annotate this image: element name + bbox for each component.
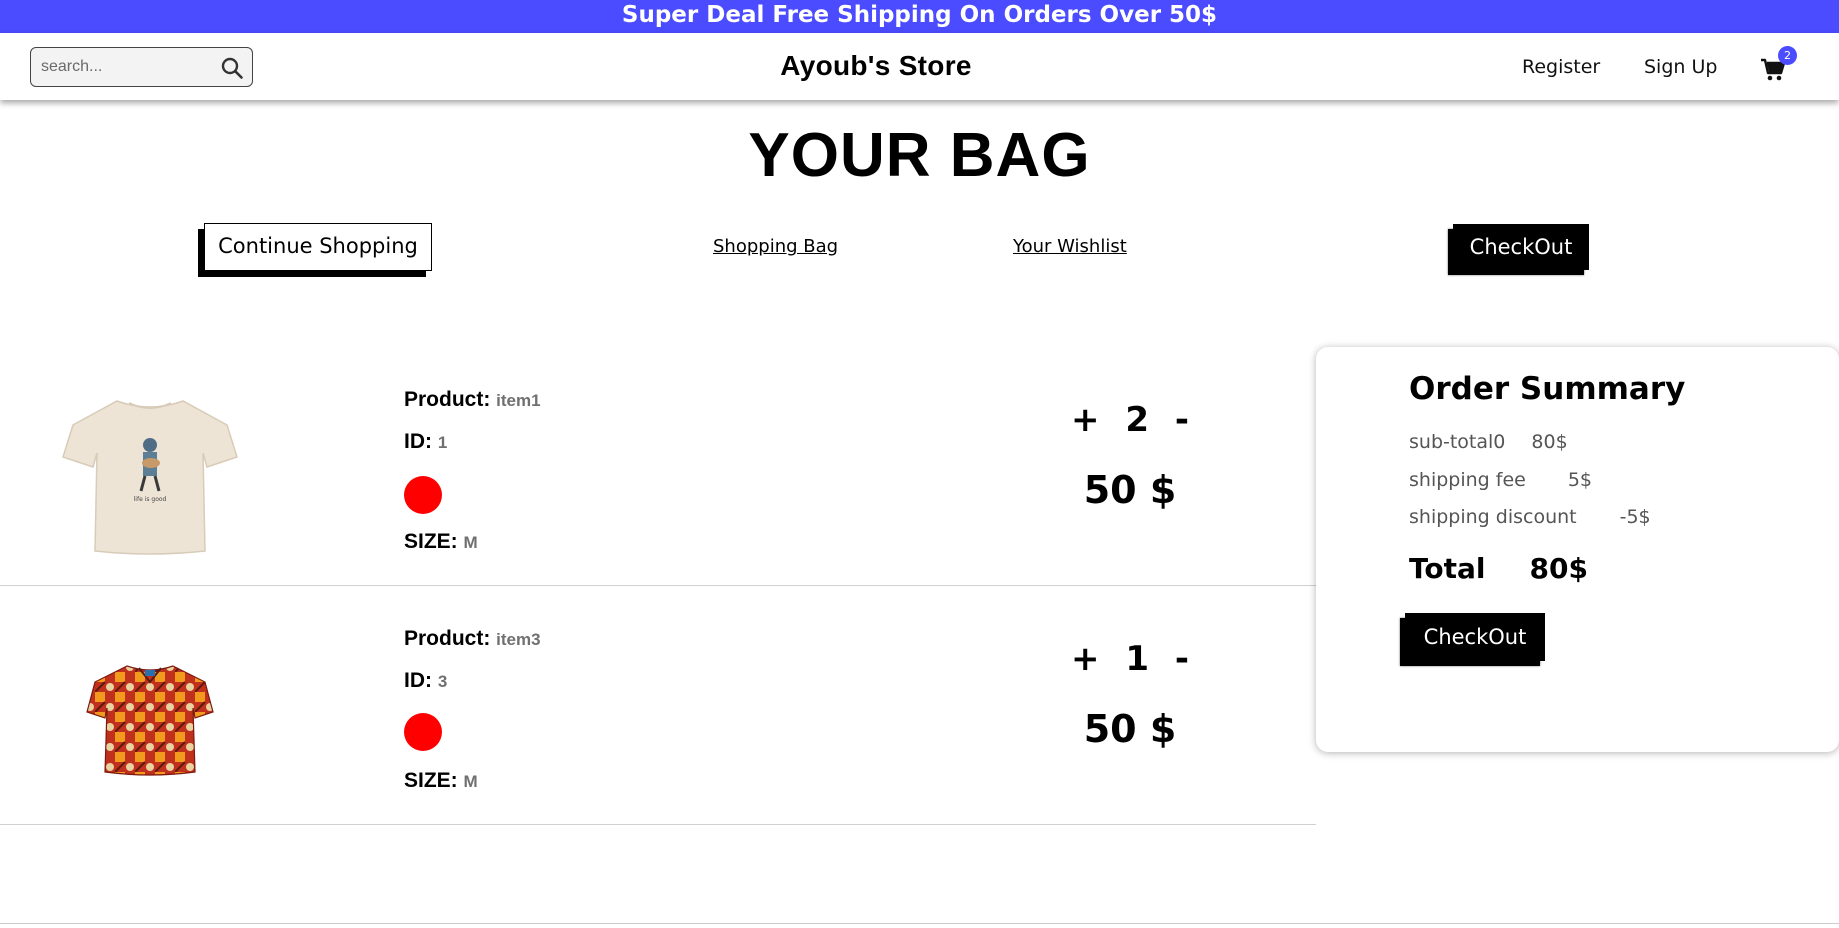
product-id: 1 [437,433,448,452]
item-price: 50 $ [1083,707,1177,751]
shipping-discount-label: shipping discount [1409,506,1577,528]
product-size: M [463,772,478,791]
size-label: SIZE: [404,769,458,792]
decrease-quantity-button[interactable]: - [1175,400,1189,440]
quantity-stepper: + 2 - [1040,400,1220,440]
size-label: SIZE: [404,530,458,553]
id-line: ID: 1 [404,430,447,454]
id-label: ID: [404,430,432,453]
sign-up-link[interactable]: Sign Up [1644,55,1717,79]
product-name: item1 [496,391,541,410]
shipping-fee-line: shipping fee 5$ [1409,469,1592,491]
increase-quantity-button[interactable]: + [1071,639,1100,679]
register-link[interactable]: Register [1522,55,1600,79]
product-line: Product: item1 [404,388,541,412]
svg-text:life is good: life is good [134,496,167,503]
product-label: Product: [404,627,491,650]
cart-button[interactable]: 2 [1760,46,1797,82]
quantity-value: 2 [1125,400,1150,440]
cart-item-row: Product: item3 ID: 3 SIZE: M + 1 - 50 $ [0,587,1316,825]
size-line: SIZE: M [404,530,478,554]
shipping-fee-value: 5$ [1567,469,1593,491]
product-size: M [463,533,478,552]
increase-quantity-button[interactable]: + [1071,400,1100,440]
continue-shopping-button[interactable]: Continue Shopping [204,223,432,271]
shipping-discount-line: shipping discount -5$ [1409,506,1651,528]
shopping-bag-link[interactable]: Shopping Bag [713,236,838,257]
order-summary-title: Order Summary [1409,371,1686,407]
product-line: Product: item3 [404,627,541,651]
product-name: item3 [496,630,541,649]
navbar: Ayoub's Store Register Sign Up 2 [0,33,1839,100]
id-line: ID: 3 [404,669,447,693]
product-label: Product: [404,388,491,411]
total-line: Total 80$ [1409,552,1588,585]
order-summary-card: Order Summary sub-total0 80$ shipping fee… [1316,347,1839,752]
cart-item-row: life is good Product: item1 ID: 1 SIZE: … [0,348,1316,586]
size-line: SIZE: M [404,769,478,793]
decrease-quantity-button[interactable]: - [1175,639,1189,679]
checkout-button-top[interactable]: CheckOut [1453,224,1589,270]
subtotal-label: sub-total0 [1409,431,1506,453]
wishlist-link[interactable]: Your Wishlist [1013,236,1127,257]
cart-count-badge: 2 [1778,46,1797,65]
store-logo-title[interactable]: Ayoub's Store [0,47,1752,85]
quantity-stepper: + 1 - [1040,639,1220,679]
shipping-discount-value: -5$ [1619,506,1651,528]
subtotal-value: 80$ [1531,431,1568,453]
shipping-fee-label: shipping fee [1409,469,1526,491]
item-price: 50 $ [1083,468,1177,512]
id-label: ID: [404,669,432,692]
total-value: 80$ [1529,552,1588,585]
total-label: Total [1409,552,1486,585]
checkout-button-summary[interactable]: CheckOut [1405,613,1545,661]
beige-tshirt-image: life is good [62,400,238,555]
page-title: YOUR BAG [748,121,1091,190]
product-id: 3 [437,672,448,691]
promo-banner: Super Deal Free Shipping On Orders Over … [0,0,1839,33]
page-divider [0,923,1839,924]
quantity-value: 1 [1125,639,1150,679]
color-swatch [404,476,442,514]
color-swatch [404,713,442,751]
patterned-shirt-image [86,665,214,776]
subtotal-line: sub-total0 80$ [1409,431,1568,453]
